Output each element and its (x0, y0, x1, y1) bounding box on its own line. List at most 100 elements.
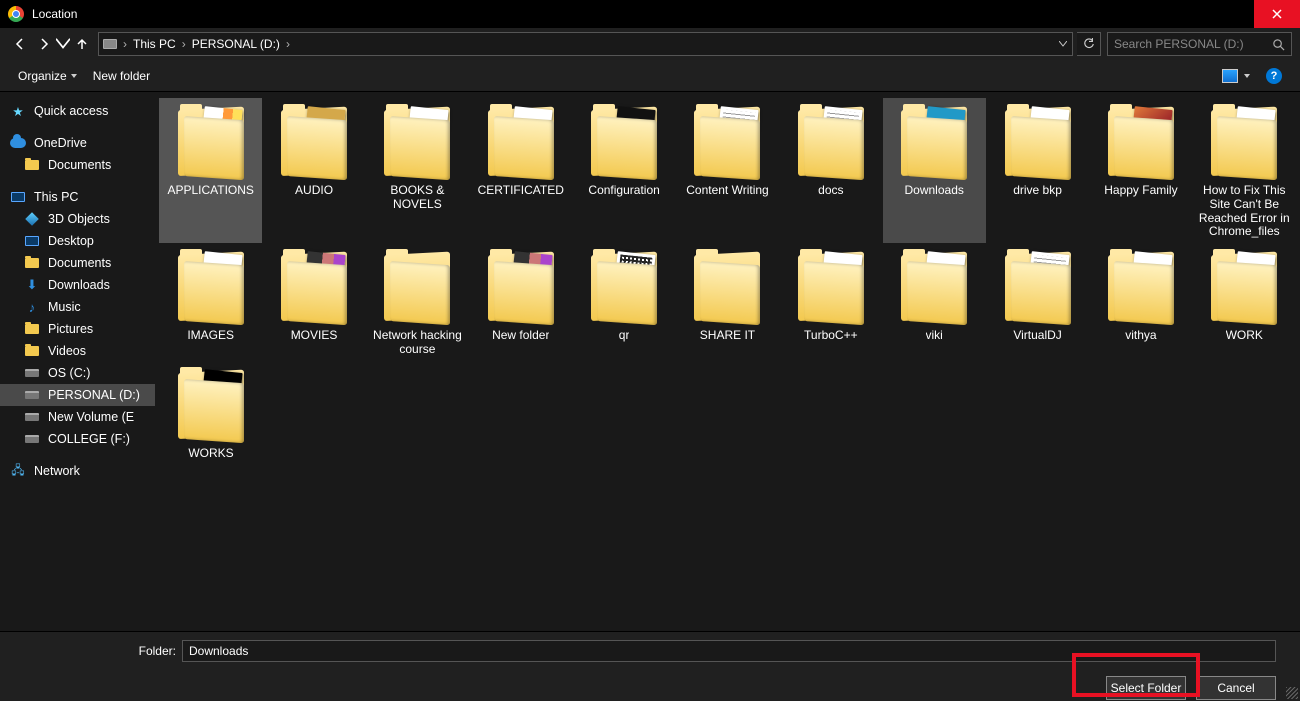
nav-up-button[interactable] (70, 30, 94, 58)
breadcrumb-history-dropdown[interactable] (1054, 33, 1072, 55)
breadcrumb-separator: › (286, 37, 290, 51)
folder-icon (275, 102, 353, 180)
sidebar-network[interactable]: 🖧 Network (0, 460, 155, 482)
folder-icon (792, 247, 870, 325)
breadcrumb-segment[interactable]: PERSONAL (D:) (190, 37, 282, 51)
sidebar-onedrive[interactable]: OneDrive (0, 132, 155, 154)
sidebar-item-pictures[interactable]: Pictures (0, 318, 155, 340)
folder-item[interactable]: Downloads (883, 98, 986, 243)
folder-item[interactable]: ♪MP3 drive bkp (986, 98, 1089, 243)
folder-item[interactable]: PDFBOOKS & NOVELS (366, 98, 469, 243)
chevron-down-icon (1244, 74, 1250, 78)
breadcrumb[interactable]: › This PC › PERSONAL (D:) › (98, 32, 1073, 56)
sidebar-item-label: Quick access (34, 104, 108, 118)
sidebar-item-desktop[interactable]: Desktop (0, 230, 155, 252)
folder-icon (275, 247, 353, 325)
folder-icon (895, 102, 973, 180)
view-icon (1222, 69, 1238, 83)
sidebar-item-personal-d-[interactable]: PERSONAL (D:) (0, 384, 155, 406)
sidebar-quick-access[interactable]: ★ Quick access (0, 100, 155, 122)
cancel-button[interactable]: Cancel (1196, 676, 1276, 700)
folder-item[interactable]: VirtualDJ (986, 243, 1089, 361)
search-input[interactable]: Search PERSONAL (D:) (1107, 32, 1292, 56)
drive-icon (103, 39, 117, 49)
down-icon: ⬇ (24, 277, 40, 293)
nav-forward-button[interactable] (32, 30, 56, 58)
folder-item[interactable]: Network hacking course (366, 243, 469, 361)
folder-label: New folder (492, 329, 549, 343)
folder-item[interactable]: docs (779, 98, 882, 243)
drive-icon (24, 365, 40, 381)
nav-recent-dropdown[interactable] (56, 30, 70, 58)
folder-label: viki (926, 329, 943, 343)
folder-item[interactable]: PDFCERTIFICATED (469, 98, 572, 243)
folder-item[interactable]: Configuration (572, 98, 675, 243)
title-bar: Location (0, 0, 1300, 28)
new-folder-button[interactable]: New folder (85, 65, 158, 87)
sidebar-onedrive-documents[interactable]: Documents (0, 154, 155, 176)
folder-item[interactable]: PDFvithya (1089, 243, 1192, 361)
sidebar-item-downloads[interactable]: ⬇ Downloads (0, 274, 155, 296)
refresh-button[interactable] (1077, 32, 1101, 56)
sidebar-item-os-c-[interactable]: OS (C:) (0, 362, 155, 384)
select-folder-button[interactable]: Select Folder (1106, 676, 1186, 700)
window-close-button[interactable] (1254, 0, 1300, 28)
folder-label: drive bkp (1013, 184, 1062, 198)
address-bar: › This PC › PERSONAL (D:) › Search PERSO… (0, 28, 1300, 60)
sidebar-item-label: OS (C:) (48, 366, 90, 380)
folder-icon (24, 255, 40, 271)
sidebar-item-label: Videos (48, 344, 86, 358)
sidebar-this-pc[interactable]: This PC (0, 186, 155, 208)
folder-label: Content Writing (686, 184, 768, 198)
sidebar-item-documents[interactable]: Documents (0, 252, 155, 274)
help-button[interactable]: ? (1258, 64, 1290, 88)
folder-item[interactable]: Content Writing (676, 98, 779, 243)
folder-icon (378, 247, 456, 325)
folder-item[interactable]: Happy Family (1089, 98, 1192, 243)
folder-item[interactable]: AUDIO (262, 98, 365, 243)
folder-item[interactable]: New folder (469, 243, 572, 361)
folder-item[interactable]: WORK (1193, 243, 1296, 361)
resize-grip[interactable] (1286, 687, 1298, 699)
sidebar-item-label: COLLEGE (F:) (48, 432, 130, 446)
folder-name-input[interactable] (182, 640, 1276, 662)
sidebar-item-new-volume-e[interactable]: New Volume (E (0, 406, 155, 428)
arrow-left-icon (13, 37, 27, 51)
folder-item[interactable]: How to Fix This Site Can't Be Reached Er… (1193, 98, 1296, 243)
folder-label: WORKS (188, 447, 233, 461)
breadcrumb-segment[interactable]: This PC (131, 37, 178, 51)
folder-icon (1102, 102, 1180, 180)
folder-icon (585, 247, 663, 325)
folder-icon: ♪MP3 (999, 102, 1077, 180)
sidebar-item-college-f-[interactable]: COLLEGE (F:) (0, 428, 155, 450)
sidebar-item-label: Network (34, 464, 80, 478)
organize-menu[interactable]: Organize (10, 65, 85, 87)
folder-item[interactable]: DᵢgIMAGES (159, 243, 262, 361)
folder-item[interactable]: ♪viki (883, 243, 986, 361)
drive-icon (24, 387, 40, 403)
folder-item[interactable]: MOVIES (262, 243, 365, 361)
sidebar-item-videos[interactable]: Videos (0, 340, 155, 362)
folder-item[interactable]: APPLICATIONS (159, 98, 262, 243)
breadcrumb-separator: › (182, 37, 186, 51)
sidebar-item-3d-objects[interactable]: 3D Objects (0, 208, 155, 230)
folder-label: qr (619, 329, 630, 343)
folder-grid[interactable]: APPLICATIONSAUDIOPDFBOOKS & NOVELSPDFCER… (155, 92, 1300, 631)
sidebar-item-label: Documents (48, 256, 111, 270)
chrome-icon (8, 6, 24, 22)
folder-label: CERTIFICATED (478, 184, 564, 198)
folder-item[interactable]: qr (572, 243, 675, 361)
sidebar-item-label: Downloads (48, 278, 110, 292)
folder-label: Configuration (588, 184, 659, 198)
nav-back-button[interactable] (8, 30, 32, 58)
sidebar-item-label: Music (48, 300, 81, 314)
folder-item[interactable]: SHARE IT (676, 243, 779, 361)
view-options-button[interactable] (1214, 65, 1258, 87)
sidebar-item-music[interactable]: ♪Music (0, 296, 155, 318)
folder-item[interactable]: WORKS (159, 361, 263, 465)
folder-icon (172, 365, 250, 443)
folder-item[interactable]: TurboC++ (779, 243, 882, 361)
folder-icon (1205, 247, 1283, 325)
folder-icon (24, 343, 40, 359)
window-title: Location (32, 7, 77, 21)
